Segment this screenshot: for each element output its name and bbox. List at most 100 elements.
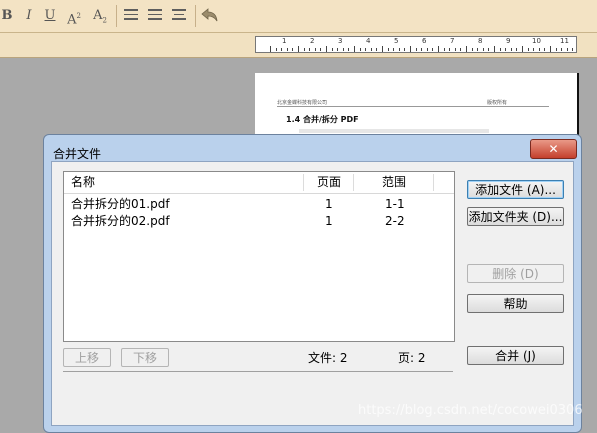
- superscript-button[interactable]: A2: [63, 6, 85, 27]
- close-icon: ✕: [548, 142, 559, 156]
- ruler-tick: [286, 48, 288, 51]
- move-up-button[interactable]: 上移: [63, 348, 111, 367]
- merge-button[interactable]: 合并 (J): [467, 346, 564, 365]
- ruler-tick: [499, 48, 501, 51]
- ruler-tick: [404, 48, 406, 51]
- ruler-tick: [314, 48, 316, 51]
- ruler-tick: [298, 46, 299, 52]
- ruler-tick: [348, 48, 350, 51]
- undo-icon: [201, 8, 218, 22]
- ruler-tick: [460, 48, 462, 51]
- ruler-number: 2: [310, 37, 315, 45]
- add-folder-button[interactable]: 添加文件夹 (D)...: [467, 207, 564, 226]
- ruler-tick: [421, 48, 423, 51]
- ruler-tick: [466, 46, 467, 52]
- ruler-number: 4: [366, 37, 371, 45]
- page-count-cell: 1: [325, 197, 333, 211]
- ruler-tick: [488, 48, 490, 51]
- close-button[interactable]: ✕: [530, 139, 577, 159]
- column-divider[interactable]: [303, 174, 304, 191]
- file-name-cell: 合并拆分的01.pdf: [71, 197, 170, 211]
- column-header-name[interactable]: 名称: [71, 172, 95, 193]
- range-cell: 2-2: [385, 214, 405, 228]
- ruler-tick: [326, 46, 327, 52]
- file-list[interactable]: 名称 页面 范围 合并拆分的01.pdf 1 1-1 合并拆分的02.pdf 1…: [63, 171, 455, 342]
- undo-button[interactable]: [199, 6, 221, 26]
- ruler-number: 1: [282, 37, 287, 45]
- ruler-tick: [438, 46, 439, 52]
- bottom-divider: [63, 371, 453, 372]
- subscript-button[interactable]: A2: [89, 6, 111, 26]
- ruler-tick: [359, 48, 361, 51]
- move-down-button[interactable]: 下移: [121, 348, 169, 367]
- column-header-pages[interactable]: 页面: [317, 172, 341, 193]
- doc-header-rule: [277, 106, 549, 107]
- ruler-number: 11: [560, 37, 569, 45]
- page-count-cell: 1: [325, 214, 333, 228]
- doc-header-right: 版权所有: [487, 100, 508, 106]
- range-cell: 1-1: [385, 197, 405, 211]
- delete-button[interactable]: 删除 (D): [467, 264, 564, 283]
- ruler-tick: [410, 46, 411, 52]
- ruler-tick: [510, 48, 512, 51]
- ruler-tick: [415, 48, 417, 51]
- ruler-tick: [533, 48, 535, 51]
- align-left-button[interactable]: [120, 6, 142, 26]
- ruler-tick: [471, 48, 473, 51]
- ruler-tick: [494, 46, 495, 52]
- toolbar-separator: [195, 5, 196, 27]
- ruler-tick: [354, 46, 355, 52]
- ruler-number: 6: [422, 37, 427, 45]
- ruler-tick: [505, 48, 507, 51]
- doc-header-left: 北京金蝶科技有限公司: [277, 100, 328, 106]
- ruler-tick: [544, 48, 546, 51]
- column-divider[interactable]: [353, 174, 354, 191]
- dialog-title: 合并文件: [53, 147, 102, 161]
- align-left-icon: [124, 9, 138, 20]
- ruler-tick: [365, 48, 367, 51]
- ruler-tick: [320, 48, 322, 51]
- bold-button[interactable]: B: [0, 6, 18, 26]
- ruler-tick: [572, 48, 574, 51]
- ruler-tick: [370, 48, 372, 51]
- ruler-tick: [432, 48, 434, 51]
- dialog-body: 名称 页面 范围 合并拆分的01.pdf 1 1-1 合并拆分的02.pdf 1…: [51, 161, 574, 426]
- superscript-mark: 2: [76, 12, 81, 20]
- ruler-tick: [477, 48, 479, 51]
- justify-button[interactable]: [168, 6, 190, 26]
- ruler-number: 10: [532, 37, 541, 45]
- ruler-number: 9: [506, 37, 511, 45]
- toolbar-separator: [116, 5, 117, 27]
- doc-section-heading: 1.4 合并/拆分 PDF: [286, 115, 359, 124]
- file-name-cell: 合并拆分的02.pdf: [71, 214, 170, 228]
- underline-button[interactable]: U: [39, 6, 61, 26]
- ruler-tick: [449, 48, 451, 51]
- column-header-range[interactable]: 范围: [382, 172, 406, 193]
- ruler-tick: [550, 46, 551, 52]
- ruler-tick: [527, 48, 529, 51]
- ruler-tick: [376, 48, 378, 51]
- doc-text-line: [299, 129, 489, 133]
- horizontal-ruler[interactable]: 1 2 3 4 5 6 7 8 9 10 11: [255, 36, 577, 53]
- formatting-toolbar: B I U A2 A2: [0, 0, 597, 33]
- column-divider[interactable]: [433, 174, 434, 191]
- align-center-button[interactable]: [144, 6, 166, 26]
- table-row[interactable]: 合并拆分的01.pdf 1 1-1: [64, 196, 454, 213]
- ruler-tick: [275, 48, 277, 51]
- ruler-tick: [443, 48, 445, 51]
- italic-button[interactable]: I: [18, 6, 40, 26]
- ruler-number: 5: [394, 37, 399, 45]
- ruler-tick: [309, 48, 311, 51]
- table-row[interactable]: 合并拆分的02.pdf 1 2-2: [64, 213, 454, 230]
- ruler-tick: [482, 48, 484, 51]
- subscript-mark: 2: [102, 16, 107, 25]
- ruler-tick: [555, 48, 557, 51]
- help-button[interactable]: 帮助: [467, 294, 564, 313]
- justify-icon: [172, 9, 186, 20]
- ruler-tick: [292, 48, 294, 51]
- ruler-tick: [566, 48, 568, 51]
- ruler-tick: [387, 48, 389, 51]
- ruler-tick: [303, 48, 305, 51]
- file-count-label: 文件: 2: [308, 351, 348, 365]
- add-file-button[interactable]: 添加文件 (A)...: [467, 180, 564, 199]
